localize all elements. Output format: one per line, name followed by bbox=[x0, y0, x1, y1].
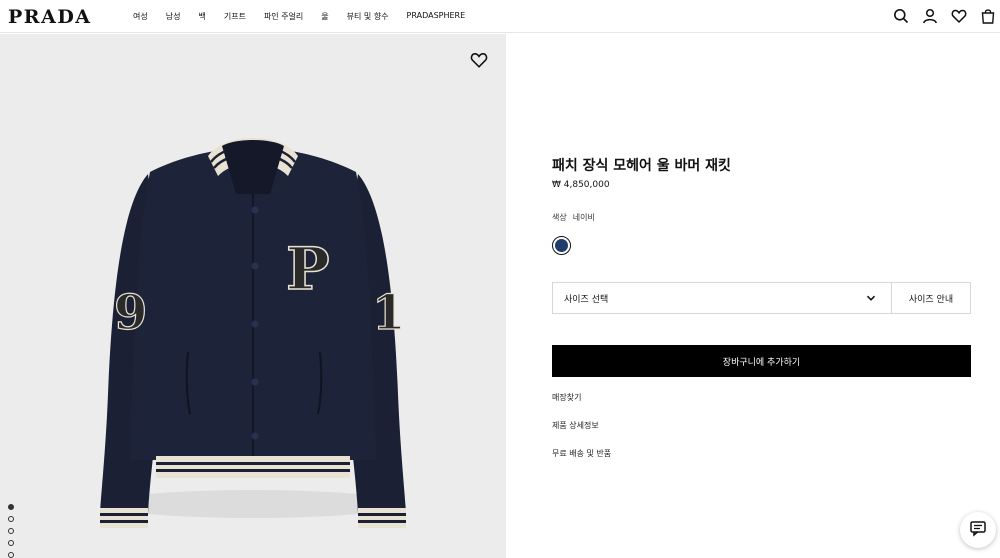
color-label: 색상 bbox=[552, 213, 567, 222]
gallery-dot-3[interactable] bbox=[8, 528, 14, 534]
product-gallery[interactable]: P 9 1 bbox=[0, 34, 506, 558]
color-row: 색상 네이비 bbox=[552, 212, 595, 223]
gallery-dot-4[interactable] bbox=[8, 540, 14, 546]
gallery-pagination bbox=[8, 504, 14, 558]
header-icons bbox=[893, 8, 996, 24]
account-icon[interactable] bbox=[922, 8, 938, 24]
nav-item-beauty[interactable]: 뷰티 및 향수 bbox=[347, 11, 389, 22]
size-guide-button[interactable]: 사이즈 안내 bbox=[891, 282, 971, 314]
product-image: P 9 1 bbox=[100, 138, 406, 528]
site-header: PRADA 여성 남성 백 기프트 파인 주얼리 울 뷰티 및 향수 PRADA… bbox=[0, 0, 1000, 33]
nav-item-fine-jewelry[interactable]: 파인 주얼리 bbox=[264, 11, 303, 22]
nav-item-gifts[interactable]: 기프트 bbox=[224, 11, 246, 22]
gallery-dot-1[interactable] bbox=[8, 504, 14, 510]
main-nav: 여성 남성 백 기프트 파인 주얼리 울 뷰티 및 향수 PRADASPHERE bbox=[133, 11, 483, 22]
chat-button[interactable] bbox=[960, 512, 996, 548]
size-select[interactable]: 사이즈 선택 bbox=[552, 282, 892, 314]
svg-text:9: 9 bbox=[114, 285, 147, 341]
size-select-label: 사이즈 선택 bbox=[564, 294, 609, 305]
nav-item-men[interactable]: 남성 bbox=[166, 11, 181, 22]
chat-icon bbox=[969, 519, 987, 541]
store-locator-link[interactable]: 매장찾기 bbox=[552, 392, 581, 403]
chevron-down-icon bbox=[865, 292, 877, 304]
svg-text:P: P bbox=[286, 235, 330, 303]
nav-item-bags[interactable]: 백 bbox=[198, 11, 205, 22]
add-to-cart-button[interactable]: 장바구니에 추가하기 bbox=[552, 345, 971, 377]
search-icon[interactable] bbox=[893, 8, 909, 24]
wishlist-icon[interactable] bbox=[951, 8, 967, 24]
product-price: ₩ 4,850,000 bbox=[552, 180, 610, 190]
color-value: 네이비 bbox=[572, 213, 595, 222]
nav-item-pradasphere[interactable]: PRADASPHERE bbox=[407, 11, 466, 22]
product-wishlist-heart-icon[interactable] bbox=[470, 51, 488, 69]
shipping-returns-link[interactable]: 무료 배송 및 반품 bbox=[552, 448, 611, 459]
product-title: 패치 장식 모헤어 울 바머 재킷 bbox=[552, 158, 731, 174]
svg-text:1: 1 bbox=[372, 285, 405, 341]
nav-item-women[interactable]: 여성 bbox=[133, 11, 148, 22]
color-swatch-navy[interactable] bbox=[552, 236, 571, 255]
product-details-link[interactable]: 제품 상세정보 bbox=[552, 420, 599, 431]
gallery-dot-5[interactable] bbox=[8, 552, 14, 558]
nav-item-wool[interactable]: 울 bbox=[321, 11, 328, 22]
gallery-dot-2[interactable] bbox=[8, 516, 14, 522]
prada-logo[interactable]: PRADA bbox=[8, 6, 92, 28]
bag-icon[interactable] bbox=[980, 8, 996, 24]
